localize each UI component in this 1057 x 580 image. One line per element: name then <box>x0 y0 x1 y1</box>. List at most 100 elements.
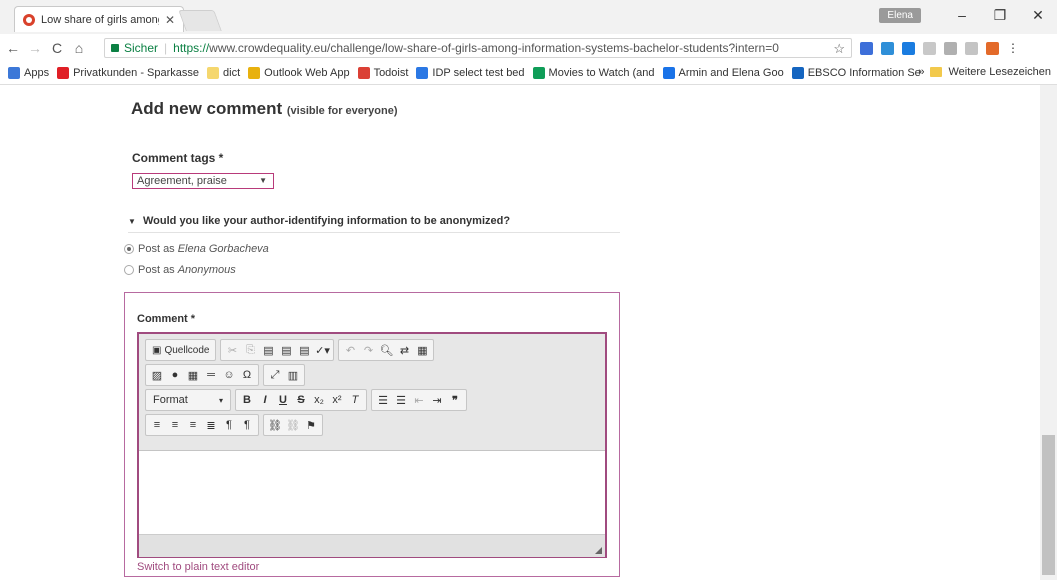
editor-toolbar: ▣ Quellcode ✂ ⎘ ▤ ▤ ▤ ✓▾ ↶ ↷ 🔍︎ ⇄ ▦ ▨ ● … <box>139 334 605 451</box>
extension-icon[interactable] <box>965 42 978 55</box>
forward-icon[interactable]: → <box>26 40 44 56</box>
indent-icon[interactable]: ⇥ <box>429 392 445 408</box>
profile-badge[interactable]: Elena <box>879 7 921 23</box>
align-left-icon[interactable]: ≡ <box>149 417 165 433</box>
link-icon[interactable]: ⛓ <box>267 417 283 433</box>
remove-format-icon[interactable]: T <box>347 392 363 408</box>
page-scrollbar[interactable] <box>1040 85 1057 580</box>
anchor-flag-icon[interactable]: ⚑ <box>303 417 319 433</box>
replace-icon[interactable]: ⇄ <box>396 342 412 358</box>
subscript-icon[interactable]: x₂ <box>311 392 327 408</box>
other-bookmarks-label[interactable]: Weitere Lesezeichen <box>948 66 1051 78</box>
blockquote-icon[interactable]: ❞ <box>447 392 463 408</box>
tab-close-icon[interactable]: ✕ <box>165 13 175 27</box>
bookmark-item[interactable]: Outlook Web App <box>248 67 350 79</box>
bookmark-label: Apps <box>24 67 50 79</box>
close-window-icon[interactable]: ✕ <box>1019 7 1057 24</box>
back-icon[interactable]: ← <box>4 40 22 56</box>
bulleted-list-icon[interactable]: ☰ <box>393 392 409 408</box>
bookmark-star-icon[interactable]: ☆ <box>833 41 845 57</box>
extension-icon[interactable] <box>860 42 873 55</box>
align-justify-icon[interactable]: ≣ <box>203 417 219 433</box>
bookmark-label: Outlook Web App <box>264 67 350 79</box>
horizontal-line-icon[interactable]: ═ <box>203 367 219 383</box>
bookmark-item[interactable]: Privatkunden - Sparkasse <box>57 67 199 79</box>
extension-icon[interactable] <box>881 42 894 55</box>
bookmark-item[interactable]: Todoist <box>357 67 409 79</box>
extension-icon[interactable] <box>986 42 999 55</box>
strikethrough-icon[interactable]: S <box>293 392 309 408</box>
anonymize-question: Would you like your author-identifying i… <box>142 215 511 227</box>
minimize-icon[interactable]: – <box>943 7 981 23</box>
align-right-icon[interactable]: ≡ <box>185 417 201 433</box>
image-icon[interactable]: ▨ <box>149 367 165 383</box>
radio-checked-icon[interactable] <box>124 244 134 254</box>
source-button[interactable]: ▣ Quellcode <box>149 342 212 358</box>
site-favicon-icon <box>23 13 35 26</box>
home-icon[interactable]: ⌂ <box>70 40 88 56</box>
post-as-name: Elena Gorbacheva <box>177 243 269 255</box>
bookmark-item[interactable]: Movies to Watch (and <box>532 67 655 79</box>
new-tab-button[interactable] <box>178 10 222 31</box>
browser-tab[interactable]: Low share of girls among ✕ <box>14 6 184 32</box>
restore-icon[interactable]: ❐ <box>981 7 1019 24</box>
maximize-icon[interactable]: ⤢ <box>267 367 283 383</box>
paste-text-icon[interactable]: ▤ <box>278 342 294 358</box>
copy-icon[interactable]: ⎘ <box>242 342 258 358</box>
radio-post-as-name[interactable]: Post as Elena Gorbacheva <box>124 243 269 255</box>
chevron-down-icon: ▼ <box>259 176 267 185</box>
bookmark-item[interactable]: dict <box>207 67 240 79</box>
smiley-icon[interactable]: ☺ <box>221 367 237 383</box>
extension-icon[interactable] <box>944 42 957 55</box>
align-center-icon[interactable]: ≡ <box>167 417 183 433</box>
anonymize-toggle[interactable]: ▼ Would you like your author-identifying… <box>128 215 620 233</box>
italic-icon[interactable]: I <box>257 392 273 408</box>
address-bar[interactable]: Sicher | https:// www.crowdequality.eu/c… <box>104 38 852 58</box>
folder-icon <box>930 67 943 77</box>
undo-icon[interactable]: ↶ <box>342 342 358 358</box>
extension-icon[interactable] <box>923 42 936 55</box>
paste-icon[interactable]: ▤ <box>260 342 276 358</box>
numbered-list-icon[interactable]: ☰ <box>375 392 391 408</box>
spellcheck-icon[interactable]: ✓▾ <box>314 342 330 358</box>
cut-icon[interactable]: ✂ <box>224 342 240 358</box>
source-icon: ▣ <box>152 344 162 356</box>
radio-post-anonymous[interactable]: Post as Anonymous <box>124 264 236 276</box>
switch-plain-text-link[interactable]: Switch to plain text editor <box>137 561 259 573</box>
radio-unchecked-icon[interactable] <box>124 265 134 275</box>
show-blocks-icon[interactable]: ▥ <box>285 367 301 383</box>
select-all-icon[interactable]: ▦ <box>414 342 430 358</box>
resize-handle-icon[interactable] <box>595 547 602 554</box>
unlink-icon[interactable]: ⛓ <box>285 417 301 433</box>
comment-text-area[interactable] <box>139 451 605 534</box>
menu-icon[interactable]: ⋮ <box>1007 42 1020 55</box>
text-ltr-icon[interactable]: ¶ <box>221 417 237 433</box>
paste-word-icon[interactable]: ▤ <box>296 342 312 358</box>
special-char-icon[interactable]: Ω <box>239 367 255 383</box>
format-select[interactable]: Format ▾ <box>149 392 227 408</box>
underline-icon[interactable]: U <box>275 392 291 408</box>
outdent-icon[interactable]: ⇤ <box>411 392 427 408</box>
bookmark-item[interactable]: IDP select test bed <box>416 67 525 79</box>
bookmark-item[interactable]: EBSCO Information Se <box>791 67 921 79</box>
caret-down-icon: ▼ <box>128 217 136 226</box>
bookmark-item[interactable]: Armin and Elena Goo <box>662 67 784 79</box>
find-icon[interactable]: 🔍︎ <box>378 342 394 358</box>
heading-note: (visible for everyone) <box>286 105 398 117</box>
more-bookmarks-icon[interactable]: » <box>918 66 924 78</box>
url-text: www.crowdequality.eu/challenge/low-share… <box>209 41 779 55</box>
reload-icon[interactable]: C <box>48 40 66 56</box>
flash-icon[interactable]: ● <box>167 367 183 383</box>
scrollbar-thumb[interactable] <box>1042 435 1055 575</box>
comment-tags-select[interactable]: Agreement, praise ▼ <box>132 173 274 189</box>
bold-icon[interactable]: B <box>239 392 255 408</box>
superscript-icon[interactable]: x² <box>329 392 345 408</box>
text-rtl-icon[interactable]: ¶ <box>239 417 255 433</box>
extension-icon[interactable] <box>902 42 915 55</box>
secure-label: Sicher <box>124 41 159 55</box>
redo-icon[interactable]: ↷ <box>360 342 376 358</box>
bookmark-label: Todoist <box>373 67 409 79</box>
bookmark-item[interactable]: Apps <box>8 67 49 79</box>
table-icon[interactable]: ▦ <box>185 367 201 383</box>
bookmark-favicon-icon <box>57 67 70 79</box>
